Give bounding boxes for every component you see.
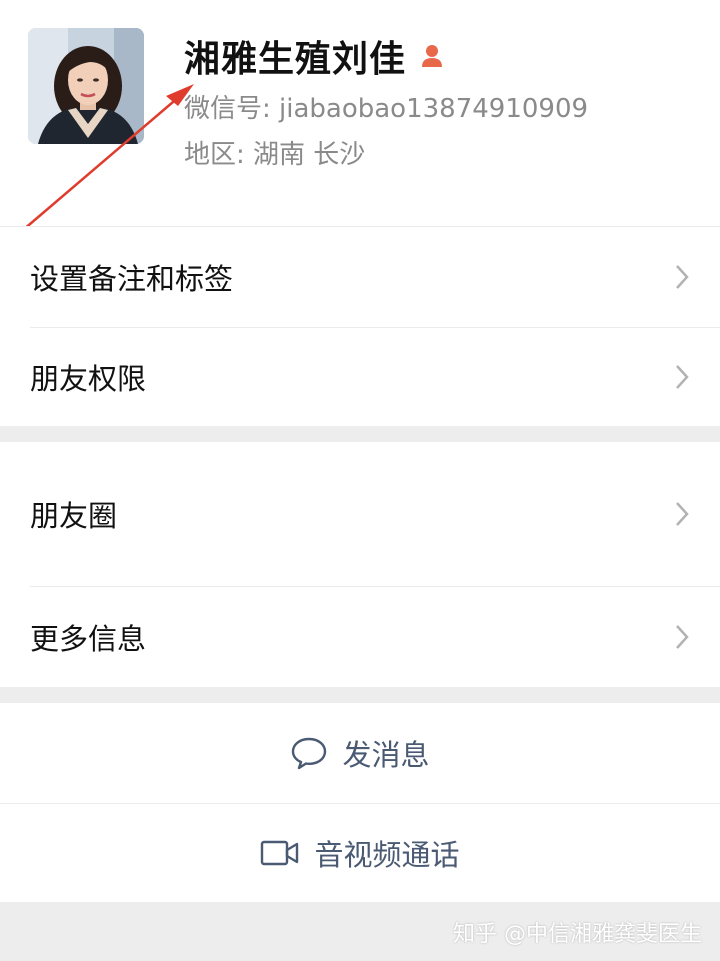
contact-name: 湘雅生殖刘佳 xyxy=(184,39,407,80)
chevron-right-icon xyxy=(676,625,689,649)
avatar[interactable] xyxy=(28,28,144,144)
menu-item-label: 朋友圈 xyxy=(30,499,118,533)
menu-item-moments[interactable]: 朋友圈 xyxy=(0,442,720,586)
wechat-id: 微信号: jiabaobao13874910909 xyxy=(184,94,589,124)
chat-bubble-icon xyxy=(292,737,327,770)
send-message-button[interactable]: 发消息 xyxy=(0,703,720,803)
video-camera-icon xyxy=(261,840,299,866)
chevron-right-icon xyxy=(676,265,689,289)
avatar-photo xyxy=(28,28,144,144)
menu-item-label: 朋友权限 xyxy=(30,362,147,396)
region: 地区: 湖南 长沙 xyxy=(184,140,366,170)
menu-item-label: 设置备注和标签 xyxy=(30,262,234,296)
menu-item-remark-tags[interactable]: 设置备注和标签 xyxy=(0,227,720,327)
female-person-icon xyxy=(422,45,443,67)
menu-item-friend-permissions[interactable]: 朋友权限 xyxy=(0,328,720,426)
menu-item-label: 更多信息 xyxy=(30,622,147,656)
send-message-label: 发消息 xyxy=(342,738,430,772)
name-row: 湘雅生殖刘佳 xyxy=(184,30,446,82)
section-gap xyxy=(0,426,720,442)
chevron-right-icon xyxy=(676,365,689,389)
chevron-right-icon xyxy=(676,502,689,526)
menu-item-more-info[interactable]: 更多信息 xyxy=(0,587,720,687)
video-call-label: 音视频通话 xyxy=(314,838,460,872)
video-call-button[interactable]: 音视频通话 xyxy=(0,804,720,902)
section-gap xyxy=(0,687,720,703)
contact-profile-page: 湘雅生殖刘佳 微信号: jiabaobao13874910909 地区: 湖南 … xyxy=(0,0,720,961)
watermark: 知乎 @中信湘雅龚斐医生 xyxy=(453,922,702,947)
profile-header: 湘雅生殖刘佳 微信号: jiabaobao13874910909 地区: 湖南 … xyxy=(0,0,720,226)
